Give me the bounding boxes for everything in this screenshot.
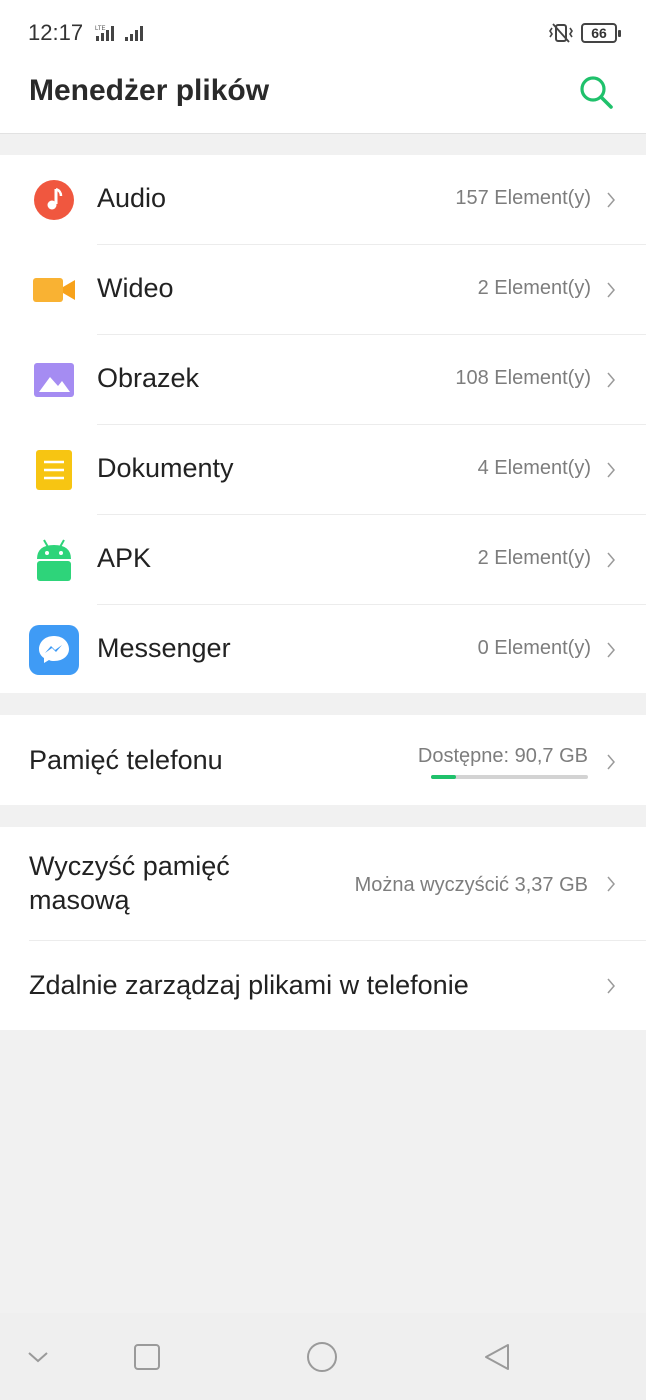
- recents-square-icon[interactable]: [131, 1341, 163, 1373]
- category-count: 2 Element(y): [477, 547, 591, 569]
- storage-available: Dostępne: 90,7 GB: [417, 745, 588, 767]
- clean-storage-row[interactable]: Wyczyść pamięć masową Można wyczyścić 3,…: [0, 827, 646, 940]
- lte-signal-icon: LTE: [95, 26, 114, 41]
- category-row-audio[interactable]: Audio 157 Element(y): [0, 155, 646, 245]
- storage-progress-bar: [431, 775, 588, 779]
- category-row-apk[interactable]: APK 2 Element(y): [0, 515, 646, 605]
- storage-label: Pamięć telefonu: [29, 745, 223, 775]
- status-bar: 12:17 LTE 66: [0, 0, 646, 66]
- category-label: Wideo: [97, 273, 174, 303]
- category-count: 157 Element(y): [455, 187, 591, 209]
- chevron-right-icon: [607, 876, 615, 892]
- tools-section: Wyczyść pamięć masową Można wyczyścić 3,…: [0, 827, 646, 1030]
- category-row-messenger[interactable]: Messenger 0 Element(y): [0, 605, 646, 695]
- search-icon[interactable]: [576, 72, 616, 112]
- battery-level: 66: [591, 25, 607, 41]
- music-note-icon: [34, 180, 74, 220]
- vibrate-icon: [549, 23, 573, 43]
- category-row-image[interactable]: Obrazek 108 Element(y): [0, 335, 646, 425]
- clean-storage-label: Wyczyść pamięć masową: [29, 851, 230, 915]
- remote-manage-label: Zdalnie zarządzaj plikami w telefonie: [29, 970, 469, 1000]
- messenger-icon: [29, 625, 79, 675]
- chevron-right-icon: [607, 978, 615, 994]
- battery-icon: 66: [581, 23, 621, 43]
- category-label: Obrazek: [97, 363, 200, 393]
- home-circle-icon[interactable]: [306, 1341, 338, 1373]
- chevron-right-icon: [607, 372, 615, 388]
- category-count: 4 Element(y): [477, 457, 591, 479]
- category-label: Audio: [97, 183, 167, 213]
- image-icon: [34, 363, 74, 397]
- category-label: Dokumenty: [97, 453, 234, 483]
- signal-icon: [125, 26, 143, 41]
- clean-storage-info: Można wyczyścić 3,37 GB: [354, 874, 588, 896]
- android-icon: [37, 539, 71, 581]
- category-label: Messenger: [97, 633, 231, 663]
- chevron-right-icon: [607, 642, 615, 658]
- chevron-right-icon: [607, 754, 615, 770]
- chevron-right-icon: [607, 282, 615, 298]
- category-list: Audio 157 Element(y) Wideo 2 Element(y) …: [0, 155, 646, 693]
- app-header: Menedżer plików: [0, 66, 646, 134]
- phone-storage-row[interactable]: Pamięć telefonu Dostępne: 90,7 GB: [0, 715, 646, 805]
- category-count: 2 Element(y): [477, 277, 591, 299]
- category-count: 108 Element(y): [455, 367, 591, 389]
- remote-manage-row[interactable]: Zdalnie zarządzaj plikami w telefonie: [0, 941, 646, 1030]
- chevron-right-icon: [607, 192, 615, 208]
- document-icon: [36, 450, 72, 490]
- storage-progress-fill: [431, 775, 457, 779]
- status-time: 12:17: [28, 20, 84, 45]
- lte-text: LTE: [95, 26, 106, 32]
- video-camera-icon: [33, 278, 75, 302]
- page-title: Menedżer plików: [29, 74, 270, 107]
- back-triangle-icon[interactable]: [482, 1341, 514, 1373]
- category-label: APK: [97, 543, 152, 573]
- chevron-down-icon[interactable]: [22, 1341, 54, 1373]
- system-nav-bar: [0, 1313, 646, 1400]
- chevron-right-icon: [607, 462, 615, 478]
- category-row-video[interactable]: Wideo 2 Element(y): [0, 245, 646, 335]
- chevron-right-icon: [607, 552, 615, 568]
- category-row-documents[interactable]: Dokumenty 4 Element(y): [0, 425, 646, 515]
- category-count: 0 Element(y): [477, 637, 591, 659]
